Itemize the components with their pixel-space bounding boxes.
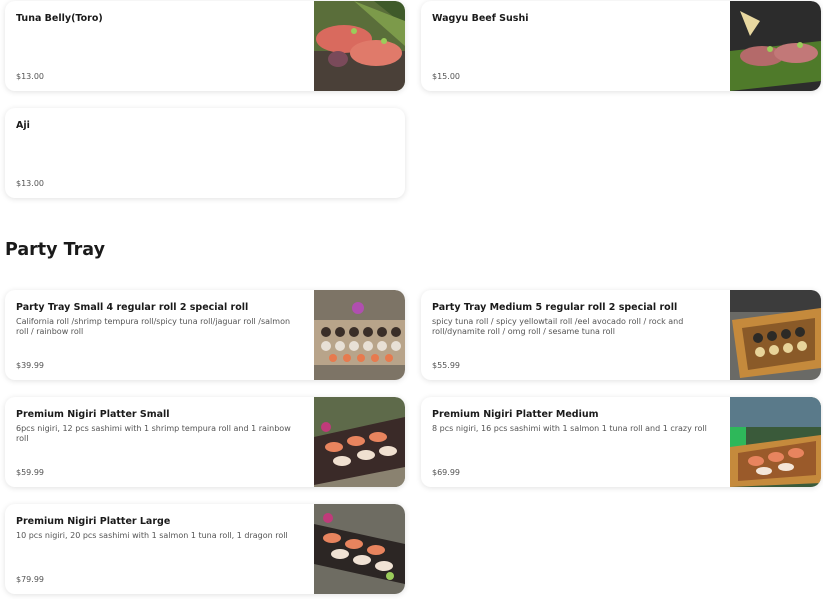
- item-name: Aji: [16, 120, 30, 131]
- menu-item-card[interactable]: Premium Nigiri Platter Small 6pcs nigiri…: [5, 397, 405, 487]
- item-description: 8 pcs nigiri, 16 pcs sashimi with 1 salm…: [432, 424, 707, 433]
- menu-item-card[interactable]: Party Tray Small 4 regular roll 2 specia…: [5, 290, 405, 380]
- item-name: Premium Nigiri Platter Large: [16, 516, 171, 527]
- menu-item-card[interactable]: Premium Nigiri Platter Medium 8 pcs nigi…: [421, 397, 821, 487]
- item-description: spicy tuna roll / spicy yellowtail roll …: [432, 317, 684, 336]
- item-price: $15.00: [432, 72, 460, 81]
- item-price: $79.99: [16, 575, 44, 584]
- menu-item-card[interactable]: Tuna Belly(Toro) $13.00: [5, 1, 405, 91]
- item-name: Premium Nigiri Platter Medium: [432, 409, 599, 420]
- item-price: $39.99: [16, 361, 44, 370]
- item-price: $13.00: [16, 179, 44, 188]
- item-name: Party Tray Medium 5 regular roll 2 speci…: [432, 302, 678, 313]
- section-heading: Party Tray: [5, 240, 105, 260]
- item-photo: [314, 504, 405, 594]
- item-photo: [314, 397, 405, 487]
- item-name: Tuna Belly(Toro): [16, 13, 103, 24]
- item-description: California roll /shrimp tempura roll/spi…: [16, 317, 291, 336]
- menu-item-card[interactable]: Wagyu Beef Sushi $15.00: [421, 1, 821, 91]
- item-price: $13.00: [16, 72, 44, 81]
- item-name: Wagyu Beef Sushi: [432, 13, 529, 24]
- item-name: Premium Nigiri Platter Small: [16, 409, 170, 420]
- item-name: Party Tray Small 4 regular roll 2 specia…: [16, 302, 249, 313]
- menu-item-card[interactable]: Aji $13.00: [5, 108, 405, 198]
- menu-item-card[interactable]: Party Tray Medium 5 regular roll 2 speci…: [421, 290, 821, 380]
- item-photo: [730, 397, 821, 487]
- item-photo: [314, 1, 405, 91]
- item-price: $69.99: [432, 468, 460, 477]
- menu-item-card[interactable]: Premium Nigiri Platter Large 10 pcs nigi…: [5, 504, 405, 594]
- item-description: 10 pcs nigiri, 20 pcs sashimi with 1 sal…: [16, 531, 288, 540]
- item-photo: [314, 290, 405, 380]
- item-price: $55.99: [432, 361, 460, 370]
- item-photo: [730, 1, 821, 91]
- item-price: $59.99: [16, 468, 44, 477]
- item-description: 6pcs nigiri, 12 pcs sashimi with 1 shrim…: [16, 424, 291, 443]
- item-photo: [730, 290, 821, 380]
